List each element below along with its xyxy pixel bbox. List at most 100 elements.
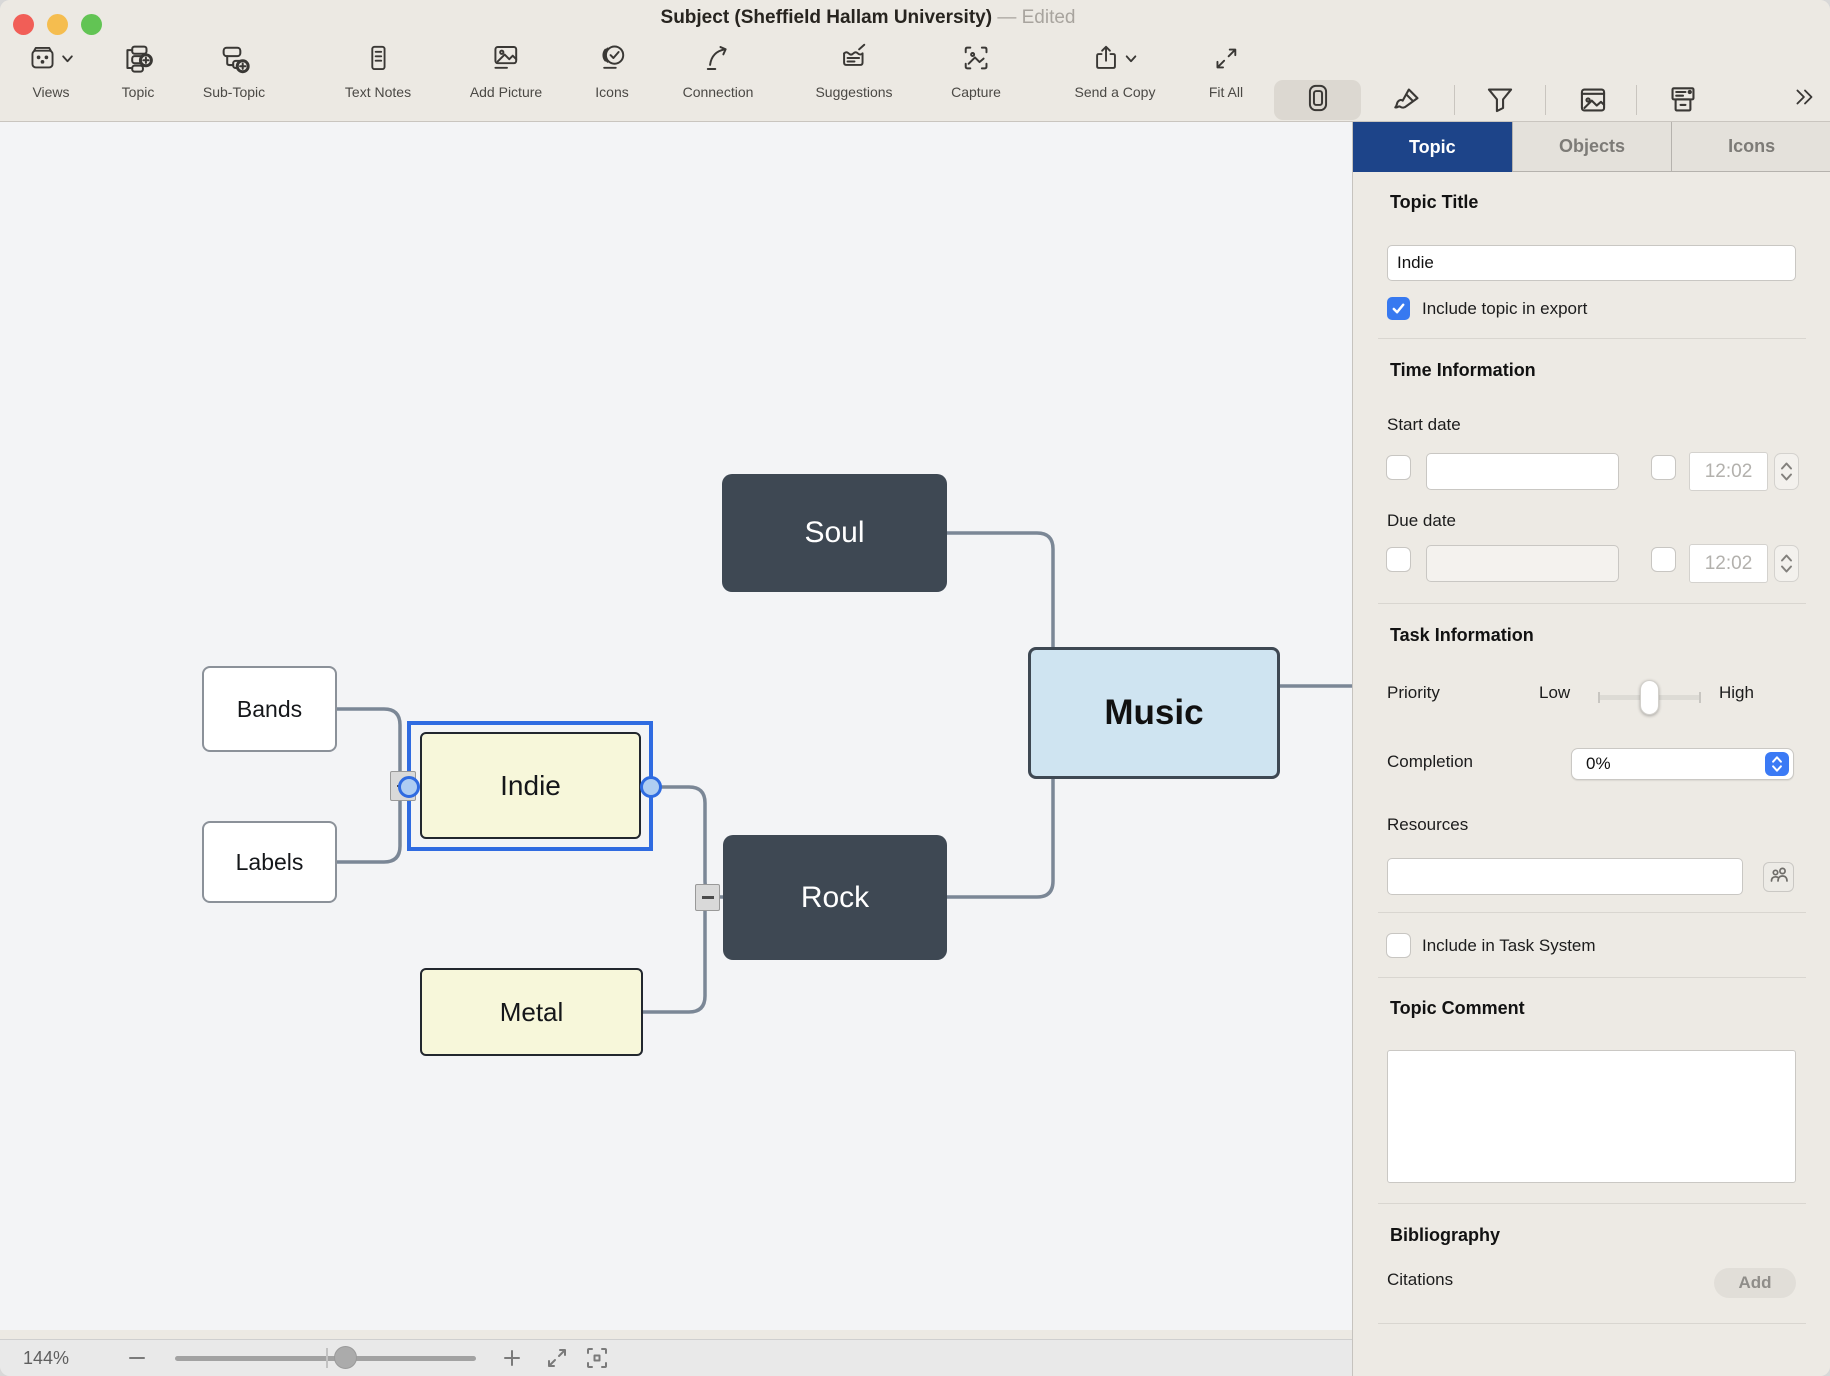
section-divider — [1378, 977, 1806, 978]
capture-icon — [961, 43, 991, 78]
icons-stamp-icon — [597, 43, 627, 78]
tab-icons[interactable]: Icons — [1672, 122, 1830, 172]
start-date-label: Start date — [1387, 415, 1461, 435]
archive-button[interactable] — [1667, 84, 1699, 121]
completion-dropdown[interactable]: 0% — [1571, 748, 1794, 780]
selection-handle-right[interactable] — [640, 776, 662, 798]
topic-node-music-root[interactable]: Music — [1028, 647, 1280, 779]
topic-label: Soul — [804, 516, 864, 550]
topic-title-input[interactable] — [1387, 245, 1796, 281]
archive-box-icon — [1667, 103, 1699, 120]
minimize-window-button[interactable] — [47, 14, 68, 35]
format-brush-button[interactable] — [1391, 84, 1423, 121]
priority-slider-handle[interactable] — [1640, 680, 1659, 715]
resources-input[interactable] — [1387, 858, 1743, 895]
add-picture-icon — [491, 43, 521, 78]
time-info-heading: Time Information — [1390, 360, 1536, 381]
paintbrush-icon — [1391, 103, 1423, 120]
add-topic-button[interactable]: Topic — [122, 44, 155, 100]
views-button[interactable]: Views — [28, 44, 74, 100]
center-selection-button[interactable] — [584, 1345, 610, 1376]
add-picture-button[interactable]: Add Picture — [470, 44, 542, 100]
topic-label: Bands — [237, 696, 302, 723]
start-date-checkbox[interactable] — [1386, 455, 1411, 480]
include-export-checkbox[interactable] — [1387, 297, 1410, 320]
completion-value: 0% — [1572, 754, 1765, 774]
due-time-value[interactable]: 12:02 — [1689, 544, 1768, 583]
inspector-tabs: Topic Objects Icons — [1353, 122, 1830, 172]
start-date-input[interactable] — [1426, 453, 1619, 490]
section-divider — [1378, 338, 1806, 339]
due-time-stepper[interactable] — [1774, 545, 1799, 582]
inspector-toggle-button[interactable] — [1274, 80, 1361, 120]
zoom-in-button[interactable] — [501, 1347, 523, 1374]
topic-comment-textarea[interactable] — [1387, 1050, 1796, 1183]
section-divider — [1378, 912, 1806, 913]
statusbar: 144% — [0, 1339, 1352, 1376]
toolbar-overflow-button[interactable] — [1792, 84, 1818, 115]
topic-label: Metal — [500, 997, 564, 1028]
topic-node-metal[interactable]: Metal — [420, 968, 643, 1056]
start-time-stepper[interactable] — [1774, 453, 1799, 490]
suggestions-button[interactable]: Suggestions — [815, 44, 892, 100]
priority-high-label: High — [1719, 683, 1754, 703]
collapse-handle-rock[interactable] — [695, 884, 720, 911]
suggestions-icon — [839, 43, 869, 78]
due-date-checkbox[interactable] — [1386, 547, 1411, 572]
panel-toggle-icon — [1303, 83, 1333, 118]
tab-objects[interactable]: Objects — [1513, 122, 1673, 172]
due-date-label: Due date — [1387, 511, 1456, 531]
topic-label: Indie — [500, 770, 561, 802]
citations-label: Citations — [1387, 1270, 1453, 1290]
fit-all-icon — [1211, 44, 1240, 78]
topic-label: Rock — [801, 881, 869, 915]
connection-button[interactable]: Connection — [683, 44, 754, 100]
connection-icon — [703, 43, 733, 78]
topic-node-bands[interactable]: Bands — [202, 666, 337, 752]
tab-topic[interactable]: Topic — [1353, 122, 1513, 172]
toolbar: Views Topic Sub-Topic Text Notes Add Pic… — [0, 36, 1830, 122]
priority-low-label: Low — [1539, 683, 1570, 703]
icons-button[interactable]: Icons — [595, 44, 628, 100]
topic-node-labels[interactable]: Labels — [202, 821, 337, 903]
add-citation-button[interactable]: Add — [1714, 1268, 1796, 1298]
zoom-slider-center-tick — [326, 1348, 328, 1368]
topic-title-heading: Topic Title — [1390, 192, 1478, 213]
views-icon — [28, 44, 57, 78]
include-task-system-checkbox[interactable] — [1386, 933, 1411, 958]
zoom-out-button[interactable] — [126, 1347, 148, 1374]
start-time-value[interactable]: 12:02 — [1689, 452, 1768, 491]
fit-map-button[interactable] — [544, 1345, 570, 1376]
due-date-input[interactable] — [1426, 545, 1619, 582]
funnel-icon — [1484, 103, 1516, 120]
toolbar-separator — [1636, 85, 1637, 115]
fit-all-button[interactable]: Fit All — [1209, 44, 1243, 100]
priority-label: Priority — [1387, 683, 1440, 703]
filter-button[interactable] — [1484, 84, 1516, 121]
due-time-checkbox[interactable] — [1651, 547, 1676, 572]
topic-node-rock[interactable]: Rock — [723, 835, 947, 960]
mindmap-canvas[interactable]: Bands Labels Indie Metal Soul Rock Music — [0, 122, 1352, 1330]
completion-stepper-icon — [1765, 752, 1789, 776]
zoom-slider-handle[interactable] — [334, 1346, 357, 1369]
add-subtopic-button[interactable]: Sub-Topic — [203, 44, 265, 100]
send-copy-button[interactable]: Send a Copy — [1075, 44, 1156, 100]
topic-node-indie-selected[interactable]: Indie — [420, 732, 641, 839]
section-divider — [1378, 1203, 1806, 1204]
people-icon — [1767, 863, 1791, 892]
double-chevron-right-icon — [1792, 97, 1818, 114]
media-button[interactable] — [1577, 84, 1609, 121]
start-time-checkbox[interactable] — [1651, 455, 1676, 480]
zoom-window-button[interactable] — [81, 14, 102, 35]
slider-end-tick — [1699, 692, 1701, 703]
text-notes-button[interactable]: Text Notes — [345, 44, 411, 100]
topic-node-soul[interactable]: Soul — [722, 474, 947, 592]
close-window-button[interactable] — [13, 14, 34, 35]
selection-handle-left[interactable] — [398, 776, 420, 798]
section-divider — [1378, 603, 1806, 604]
send-copy-icon — [1092, 44, 1121, 78]
capture-button[interactable]: Capture — [951, 44, 1001, 100]
resources-people-button[interactable] — [1763, 862, 1794, 892]
edited-indicator: — Edited — [997, 7, 1075, 28]
toolbar-separator — [1454, 85, 1455, 115]
